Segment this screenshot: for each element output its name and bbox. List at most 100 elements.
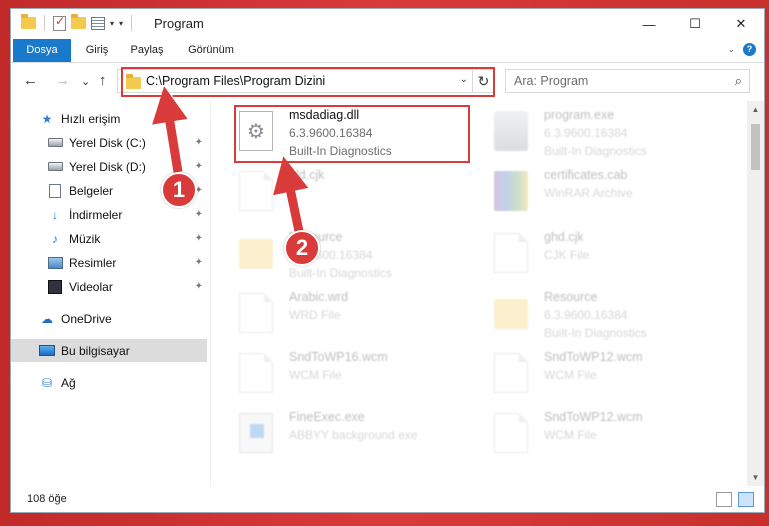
computer-icon bbox=[39, 344, 55, 358]
expand-ribbon-icon[interactable]: ⌄ bbox=[727, 44, 735, 55]
scroll-down-icon[interactable]: ▼ bbox=[747, 469, 764, 486]
file-list: ⚙ msdadiag.dll 6.3.9600.16384 Built-In D… bbox=[225, 101, 741, 486]
sidebar-item-videos[interactable]: Videolar ✦ bbox=[11, 275, 207, 298]
sidebar-item-pictures[interactable]: Resimler ✦ bbox=[11, 251, 207, 274]
quick-access-toolbar: ▾ ▾ bbox=[21, 14, 135, 31]
window-title: Program bbox=[154, 16, 204, 31]
file-tile-resource-folder[interactable]: Resource 6.3.9600.16384 Built-In Diagnos… bbox=[235, 229, 485, 287]
file-name: msdadiag.dll bbox=[289, 108, 360, 122]
file-tile-sndtowp12-2[interactable]: SndToWP12.wcm WCM File bbox=[490, 409, 740, 467]
callout-badge-2: 2 bbox=[284, 230, 320, 266]
file-description: Built-In Diagnostics bbox=[289, 266, 392, 280]
file-icon bbox=[494, 413, 528, 453]
address-path[interactable]: C:\Program Files\Program Dizini bbox=[146, 74, 325, 88]
navigation-pane: ★ Hızlı erişim Yerel Disk (C:) ✦ Yerel D… bbox=[11, 101, 211, 486]
drive-icon bbox=[47, 136, 63, 150]
recent-locations-button[interactable]: ⌄ bbox=[81, 75, 90, 88]
documents-icon bbox=[47, 183, 63, 198]
chevron-down-icon[interactable]: ▾ bbox=[110, 19, 114, 28]
search-box[interactable]: ⌕ bbox=[505, 69, 750, 93]
videos-icon bbox=[47, 279, 63, 294]
chevron-down-icon[interactable]: ⌄ bbox=[460, 74, 468, 85]
minimize-button[interactable]: — bbox=[626, 9, 672, 39]
file-tile-resource-folder-2[interactable]: Resource 6.3.9600.16384 Built-In Diagnos… bbox=[490, 289, 740, 347]
file-type: WRD File bbox=[289, 308, 341, 322]
tab-share[interactable]: Paylaş bbox=[123, 39, 171, 62]
ribbon-tabs: Dosya Giriş Paylaş Görünüm ⌄ ? bbox=[11, 39, 764, 63]
file-tile-arabic-wrd[interactable]: Arabic.wrd WRD File bbox=[235, 289, 485, 347]
sidebar-item-onedrive[interactable]: ☁ OneDrive bbox=[11, 307, 207, 330]
pictures-icon bbox=[47, 256, 63, 270]
file-icon bbox=[494, 233, 528, 273]
file-tile-sndtowp12[interactable]: SndToWP12.wcm WCM File bbox=[490, 349, 740, 407]
file-type: CJK File bbox=[544, 248, 590, 262]
details-view-icon[interactable] bbox=[716, 492, 732, 507]
tab-home[interactable]: Giriş bbox=[77, 39, 117, 62]
file-type: WinRAR Archive bbox=[544, 186, 633, 200]
search-input[interactable] bbox=[514, 71, 714, 91]
navigation-bar: ← → ⌄ ↑ C:\Program Files\Program Dizini … bbox=[11, 65, 764, 97]
file-tile-ghd-cjk[interactable]: ghd.cjk CJK File bbox=[490, 229, 740, 287]
new-folder-icon[interactable] bbox=[71, 14, 86, 29]
file-name: SndToWP16.wcm bbox=[289, 350, 388, 364]
tab-view[interactable]: Görünüm bbox=[181, 39, 241, 62]
address-bar[interactable]: C:\Program Files\Program Dizini ⌄ ↻ bbox=[117, 69, 495, 93]
help-icon[interactable]: ? bbox=[743, 43, 756, 56]
callout-badge-1: 1 bbox=[161, 172, 197, 208]
file-tile-sndtowp16[interactable]: SndToWP16.wcm WCM File bbox=[235, 349, 485, 407]
search-icon[interactable]: ⌕ bbox=[735, 73, 742, 89]
pin-icon[interactable]: ✦ bbox=[195, 137, 203, 148]
sidebar-item-this-pc[interactable]: Bu bilgisayar bbox=[11, 339, 207, 362]
sidebar-item-label: Yerel Disk (C:) bbox=[69, 135, 146, 150]
pin-icon[interactable]: ✦ bbox=[195, 209, 203, 220]
file-tile-certificates-cab[interactable]: certificates.cab WinRAR Archive bbox=[490, 167, 740, 225]
sidebar-item-label: Müzik bbox=[69, 231, 101, 246]
ribbon-right-controls: ⌄ ? bbox=[727, 43, 756, 56]
properties-icon[interactable] bbox=[91, 16, 105, 30]
sidebar-item-label: Ağ bbox=[61, 375, 76, 390]
tiles-view-icon[interactable] bbox=[738, 492, 754, 507]
pin-icon[interactable]: ✦ bbox=[195, 281, 203, 292]
file-name: SndToWP12.wcm bbox=[544, 350, 643, 364]
file-name: ghd.cjk bbox=[544, 230, 584, 244]
file-type: WCM File bbox=[289, 368, 342, 382]
sidebar-item-drive-c[interactable]: Yerel Disk (C:) ✦ bbox=[11, 131, 207, 154]
tab-file[interactable]: Dosya bbox=[13, 39, 71, 62]
file-description: Built-In Diagnostics bbox=[544, 326, 647, 340]
toolbar-divider bbox=[131, 15, 133, 31]
sidebar-item-label: İndirmeler bbox=[69, 207, 123, 222]
refresh-button[interactable]: ↻ bbox=[472, 70, 494, 92]
sidebar-item-quick-access[interactable]: ★ Hızlı erişim bbox=[11, 107, 207, 130]
music-icon: ♪ bbox=[52, 231, 58, 246]
file-tile-bld-cjk[interactable]: bld.cjk bbox=[235, 167, 485, 225]
folder-icon bbox=[126, 74, 141, 89]
up-button[interactable]: ↑ bbox=[99, 72, 107, 89]
file-tile-program-exe[interactable]: program.exe 6.3.9600.16384 Built-In Diag… bbox=[490, 107, 740, 165]
sidebar-item-network[interactable]: ⛁ Ağ bbox=[11, 371, 207, 394]
file-name: bld.cjk bbox=[289, 168, 325, 182]
file-tile-fineexec[interactable]: FineExec.exe ABBYY background exe bbox=[235, 409, 485, 467]
explorer-window: ▾ ▾ Program — ☐ ✕ Dosya Giriş Paylaş Gör… bbox=[10, 8, 765, 513]
maximize-button[interactable]: ☐ bbox=[672, 9, 718, 39]
properties-check-icon[interactable] bbox=[53, 14, 66, 31]
file-name: Arabic.wrd bbox=[289, 290, 349, 304]
customize-toolbar-icon[interactable]: ▾ bbox=[119, 19, 123, 28]
close-button[interactable]: ✕ bbox=[718, 9, 764, 39]
file-version: 6.3.9600.16384 bbox=[289, 126, 373, 140]
app-icon bbox=[494, 111, 528, 151]
back-button[interactable]: ← bbox=[23, 72, 38, 89]
status-bar: 108 öğe bbox=[11, 488, 764, 512]
vertical-scrollbar[interactable]: ▲ ▼ bbox=[747, 101, 764, 486]
file-icon bbox=[494, 353, 528, 393]
sidebar-item-label: Belgeler bbox=[69, 183, 114, 198]
file-description: Built-In Diagnostics bbox=[289, 144, 392, 158]
pin-icon[interactable]: ✦ bbox=[195, 257, 203, 268]
sidebar-item-music[interactable]: ♪ Müzik ✦ bbox=[11, 227, 207, 250]
pin-icon[interactable]: ✦ bbox=[195, 161, 203, 172]
forward-button[interactable]: → bbox=[55, 72, 70, 89]
scrollbar-thumb[interactable] bbox=[751, 124, 760, 170]
pin-icon[interactable]: ✦ bbox=[195, 233, 203, 244]
file-tile-msdadiag[interactable]: ⚙ msdadiag.dll 6.3.9600.16384 Built-In D… bbox=[235, 107, 485, 165]
scroll-up-icon[interactable]: ▲ bbox=[747, 101, 764, 118]
file-type: ABBYY background exe bbox=[289, 428, 418, 442]
